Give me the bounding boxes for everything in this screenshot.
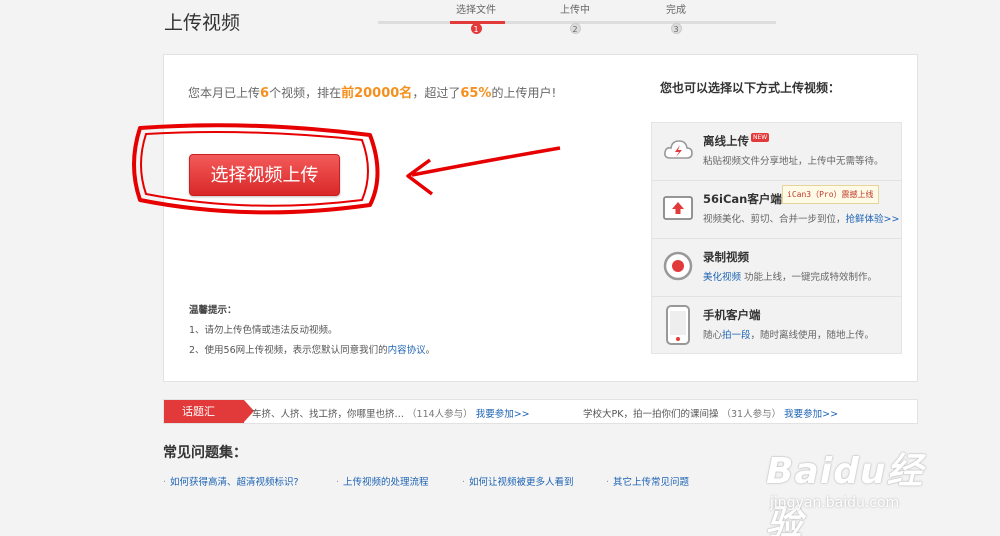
topic-text[interactable]: 车挤、人挤、找工挤，你哪里也挤… — [252, 409, 404, 420]
stat-count: 6 — [260, 86, 270, 101]
topic-count: （114人参与） — [407, 409, 473, 420]
step-select-file: 选择文件 1 — [446, 4, 506, 36]
beautify-video-link[interactable]: 美化视频 — [703, 272, 741, 283]
progress-steps: 选择文件 1 上传中 2 完成 3 — [378, 4, 776, 34]
tip-item: 2、使用56网上传视频，表示您默认同意我们的内容协议。 — [189, 341, 435, 361]
stat-text: 的上传用户! — [491, 86, 557, 100]
ican-tooltip: iCan3（Pro）震撼上线 — [782, 185, 879, 204]
shoot-one-link[interactable]: 拍一段 — [722, 330, 751, 341]
alt-item-title: 离线上传 — [703, 134, 749, 148]
content-agreement-link[interactable]: 内容协议 — [388, 345, 426, 356]
step-label: 上传中 — [560, 5, 590, 16]
alt-item-name: 离线上传 NEW — [703, 133, 770, 149]
alt-item-56ican-client[interactable]: 56iCan客户端 iCan3（Pro）震撼上线 视频美化、剪切、合并一步到位，… — [652, 181, 901, 239]
tips-title: 温馨提示： — [189, 305, 237, 316]
baidu-watermark: Baidu经验 jingyan.baidu.com — [756, 430, 956, 536]
faq-link[interactable]: 上传视频的处理流程 — [336, 474, 429, 488]
alt-item-desc: 视频美化、剪切、合并一步到位，抢鲜体验>> — [703, 211, 899, 225]
stat-percent: 65% — [460, 86, 492, 101]
try-now-link[interactable]: 抢鲜体验>> — [846, 214, 900, 225]
alt-methods-title: 您也可以选择以下方式上传视频： — [660, 81, 841, 95]
topic-item: 学校大PK，拍一拍你们的课间操 （31人参与） 我要参加>> — [583, 406, 838, 420]
alt-desc-text: 视频美化、剪切、合并一步到位， — [703, 214, 846, 225]
topic-label: 话题汇 — [164, 400, 254, 423]
topic-bar: 话题汇 车挤、人挤、找工挤，你哪里也挤… （114人参与） 我要参加>> 学校大… — [163, 399, 918, 424]
tip-item: 1、请勿上传色情或违法反动视频。 — [189, 325, 338, 336]
stat-text: 您本月已上传 — [188, 86, 261, 100]
watermark-logo: Baidu经验 — [766, 451, 924, 536]
join-link[interactable]: 我要参加>> — [476, 409, 530, 420]
step-number: 1 — [470, 23, 482, 34]
alt-item-desc: 粘贴视频文件分享地址，上传中无需等待。 — [703, 156, 884, 167]
stat-rank: 前20000名 — [341, 86, 413, 101]
topic-item: 车挤、人挤、找工挤，你哪里也挤… （114人参与） 我要参加>> — [252, 406, 530, 420]
alt-item-desc: 随心拍一段，随时离线使用，随地上传。 — [703, 327, 874, 341]
page-title: 上传视频 — [164, 12, 241, 34]
alt-item-title: 56iCan客户端 — [703, 192, 782, 206]
alt-desc-text: 随心 — [703, 330, 723, 341]
watermark-url: jingyan.baidu.com — [770, 495, 900, 511]
upload-card: 您本月已上传6个视频，排在前20000名，超过了65%的上传用户! 选择视频上传… — [163, 54, 918, 382]
stat-text: ，超过了 — [412, 86, 461, 100]
alt-desc-text: ，随时离线使用，随地上传。 — [750, 330, 875, 341]
join-link[interactable]: 我要参加>> — [784, 409, 838, 420]
alt-desc-text: 功能上线，一键完成特效制作。 — [741, 272, 878, 283]
alt-item-title: 手机客户端 — [703, 308, 761, 322]
phone-icon — [666, 305, 690, 345]
step-complete: 完成 3 — [646, 4, 706, 36]
topic-count: （31人参与） — [721, 409, 782, 420]
faq-link[interactable]: 其它上传常见问题 — [606, 474, 689, 488]
stat-text: 个视频，排在 — [269, 86, 342, 100]
step-number: 3 — [670, 23, 682, 34]
alt-methods-panel: 离线上传 NEW 粘贴视频文件分享地址，上传中无需等待。 56iCan客户端 iC… — [651, 122, 902, 354]
tips: 温馨提示： 1、请勿上传色情或违法反动视频。 2、使用56网上传视频，表示您默认… — [189, 301, 435, 361]
faq-title: 常见问题集： — [163, 445, 247, 461]
alt-item-desc: 美化视频 功能上线，一键完成特效制作。 — [703, 269, 877, 283]
step-uploading: 上传中 2 — [545, 4, 605, 36]
record-icon — [663, 251, 693, 281]
topic-text[interactable]: 学校大PK，拍一拍你们的课间操 — [583, 409, 718, 420]
alt-item-mobile-client[interactable]: 手机客户端 随心拍一段，随时离线使用，随地上传。 — [652, 297, 901, 355]
cloud-upload-icon — [664, 140, 693, 159]
new-badge: NEW — [751, 133, 770, 142]
upload-arrow-icon — [663, 196, 693, 220]
faq-link[interactable]: 如何获得高清、超清视频标识? — [163, 474, 299, 488]
faq-link[interactable]: 如何让视频被更多人看到 — [462, 474, 574, 488]
step-label: 完成 — [666, 5, 686, 16]
tip-text: 2、使用56网上传视频，表示您默认同意我们的 — [189, 345, 388, 356]
select-video-upload-button[interactable]: 选择视频上传 — [189, 154, 340, 196]
alt-item-record-video[interactable]: 录制视频 美化视频 功能上线，一键完成特效制作。 — [652, 239, 901, 297]
tip-text: 。 — [425, 345, 436, 356]
alt-item-offline-upload[interactable]: 离线上传 NEW 粘贴视频文件分享地址，上传中无需等待。 — [652, 123, 901, 181]
step-label: 选择文件 — [456, 5, 496, 16]
alt-item-title: 录制视频 — [703, 250, 749, 264]
upload-stat: 您本月已上传6个视频，排在前20000名，超过了65%的上传用户! — [188, 82, 556, 101]
step-number: 2 — [569, 23, 581, 34]
